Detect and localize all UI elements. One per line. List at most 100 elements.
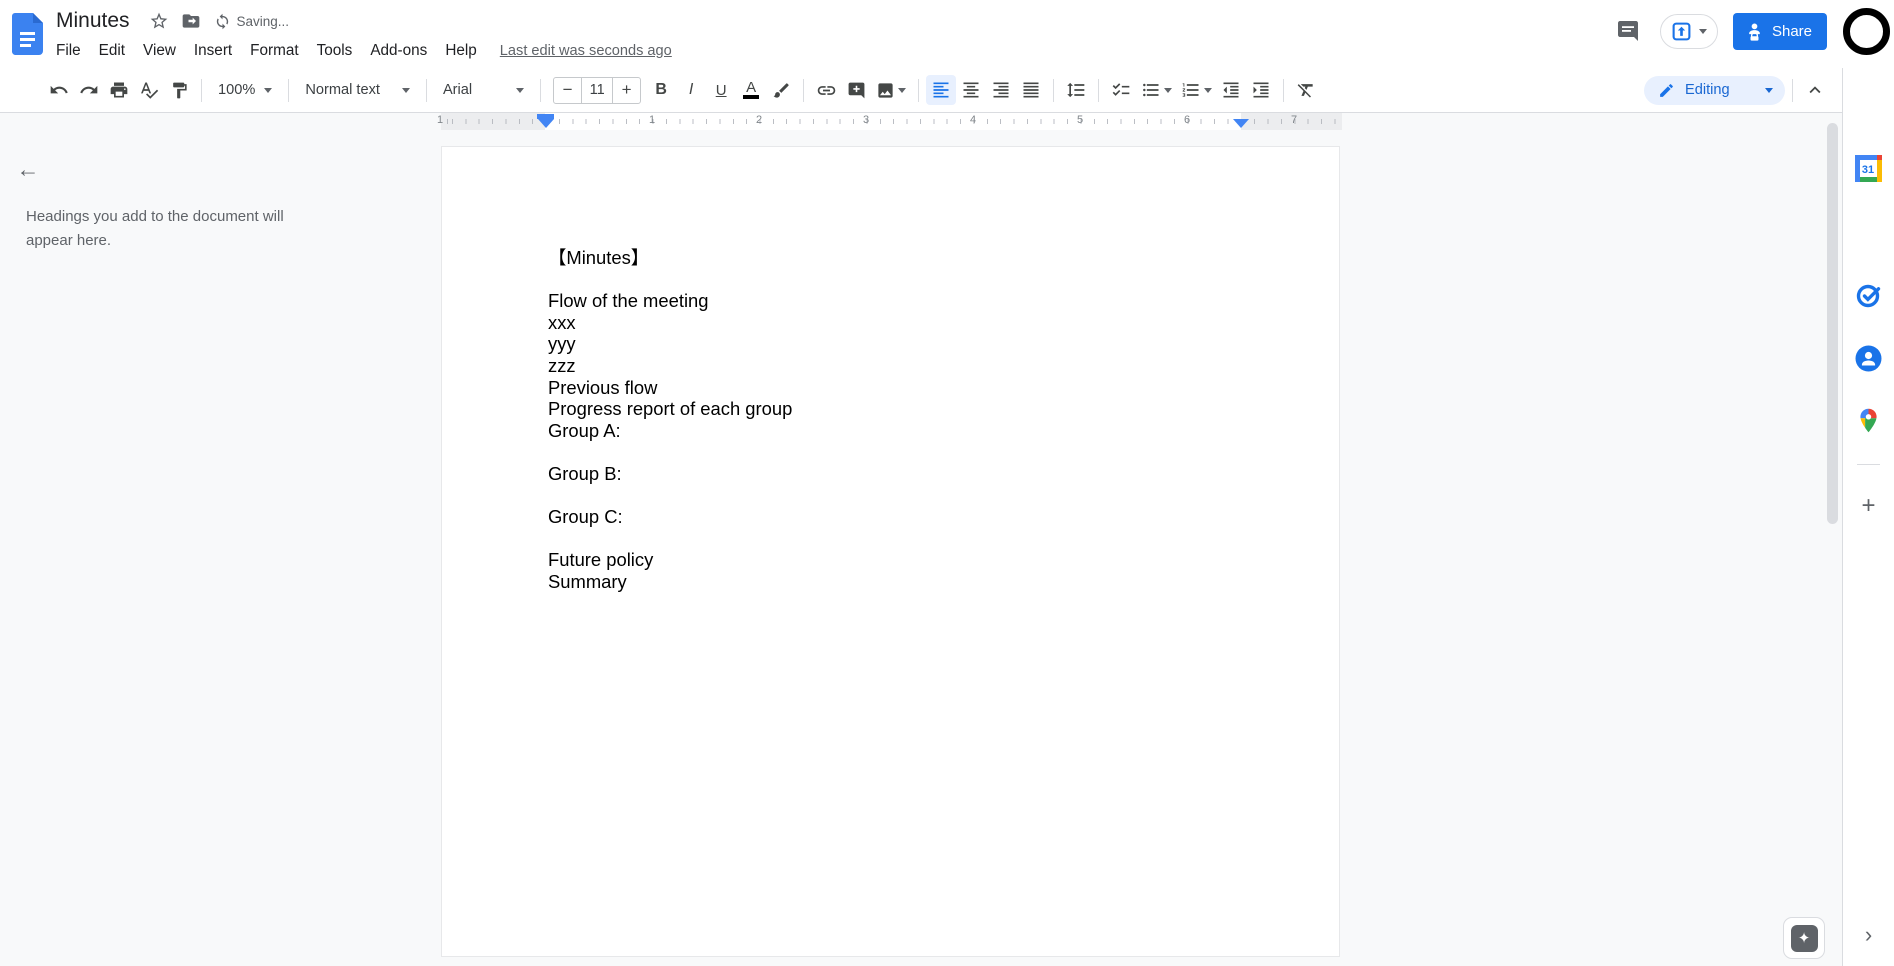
account-avatar[interactable] bbox=[1843, 7, 1890, 55]
justify-button[interactable] bbox=[1016, 75, 1046, 105]
print-button[interactable] bbox=[104, 75, 134, 105]
maps-icon bbox=[1860, 408, 1877, 433]
star-icon[interactable] bbox=[146, 8, 172, 34]
share-button[interactable]: Share bbox=[1732, 12, 1827, 50]
present-button[interactable] bbox=[1659, 13, 1718, 49]
doc-line[interactable] bbox=[548, 269, 1279, 291]
italic-button[interactable]: I bbox=[676, 75, 706, 105]
doc-line[interactable]: Group A: bbox=[548, 420, 1279, 442]
line-spacing-button[interactable] bbox=[1061, 75, 1091, 105]
tasks-app-button[interactable] bbox=[1855, 282, 1882, 309]
open-comments-button[interactable] bbox=[1608, 11, 1648, 51]
increase-font-size-button[interactable]: + bbox=[613, 78, 640, 103]
move-to-folder-icon[interactable] bbox=[178, 8, 204, 34]
left-indent-marker[interactable] bbox=[537, 119, 554, 128]
contacts-app-button[interactable] bbox=[1855, 345, 1882, 372]
keep-app-button[interactable] bbox=[1855, 218, 1882, 245]
doc-line[interactable]: xxx bbox=[548, 312, 1279, 334]
doc-line[interactable] bbox=[548, 441, 1279, 463]
align-right-button[interactable] bbox=[986, 75, 1016, 105]
font-dropdown-arrow bbox=[516, 87, 525, 97]
paint-format-button[interactable] bbox=[164, 75, 194, 105]
editing-mode-select[interactable]: Editing bbox=[1644, 75, 1785, 105]
font-size-value[interactable]: 11 bbox=[581, 77, 614, 103]
numbered-list-dropdown-arrow bbox=[1203, 87, 1212, 97]
doc-line[interactable]: yyy bbox=[548, 333, 1279, 355]
doc-line[interactable]: Progress report of each group bbox=[548, 398, 1279, 420]
vertical-scrollbar[interactable] bbox=[1827, 123, 1838, 524]
doc-line[interactable]: Group C: bbox=[548, 506, 1279, 528]
side-panel-rail: 31 + › bbox=[1842, 68, 1894, 966]
menu-format[interactable]: Format bbox=[241, 39, 307, 63]
align-left-button[interactable] bbox=[926, 75, 957, 105]
ruler-number: 1 bbox=[436, 114, 444, 126]
calendar-app-button[interactable]: 31 bbox=[1855, 155, 1882, 182]
increase-indent-button[interactable] bbox=[1246, 75, 1276, 105]
decrease-indent-button[interactable] bbox=[1216, 75, 1246, 105]
present-dropdown-arrow[interactable] bbox=[1698, 28, 1707, 38]
menu-edit[interactable]: Edit bbox=[90, 39, 134, 63]
doc-line[interactable]: Flow of the meeting bbox=[548, 290, 1279, 312]
ruler-number: 5 bbox=[1076, 114, 1084, 126]
last-edit-link[interactable]: Last edit was seconds ago bbox=[500, 43, 672, 59]
underline-button[interactable]: U bbox=[706, 75, 736, 105]
bulleted-list-button[interactable] bbox=[1136, 75, 1176, 105]
get-add-ons-button[interactable]: + bbox=[1855, 492, 1882, 519]
present-icon bbox=[1672, 22, 1691, 40]
document-text[interactable]: 【Minutes】 Flow of the meeting xxx yyy zz… bbox=[548, 247, 1279, 593]
doc-line[interactable] bbox=[548, 528, 1279, 550]
toolbar-separator bbox=[1283, 78, 1285, 102]
document-page[interactable]: 【Minutes】 Flow of the meeting xxx yyy zz… bbox=[441, 146, 1340, 957]
highlight-color-button[interactable] bbox=[766, 75, 796, 105]
insert-image-button[interactable] bbox=[871, 75, 911, 105]
menu-bar: File Edit View Insert Format Tools Add-o… bbox=[47, 37, 672, 65]
sync-icon bbox=[216, 13, 228, 29]
ruler[interactable]: 1 1 2 3 4 5 6 7 bbox=[437, 113, 1342, 130]
text-color-button[interactable]: A bbox=[736, 75, 766, 105]
doc-line[interactable]: Previous flow bbox=[548, 377, 1279, 399]
menu-tools[interactable]: Tools bbox=[308, 39, 362, 63]
align-center-button[interactable] bbox=[956, 75, 986, 105]
zoom-select[interactable]: 100% bbox=[209, 75, 281, 105]
editing-dropdown-arrow bbox=[1765, 87, 1773, 97]
menu-addons[interactable]: Add-ons bbox=[361, 39, 436, 63]
toolbar-separator bbox=[1792, 78, 1793, 102]
bold-button[interactable]: B bbox=[646, 75, 676, 105]
maps-app-button[interactable] bbox=[1855, 407, 1882, 434]
calendar-day-label: 31 bbox=[1862, 164, 1874, 176]
close-outline-button[interactable]: ← bbox=[14, 155, 42, 183]
paragraph-styles-select[interactable]: Normal text bbox=[296, 75, 419, 105]
redo-button[interactable] bbox=[74, 75, 104, 105]
menu-file[interactable]: File bbox=[47, 39, 90, 63]
toolbar-separator bbox=[288, 78, 290, 102]
hide-menus-button[interactable] bbox=[1800, 75, 1830, 105]
decrease-font-size-button[interactable]: − bbox=[554, 78, 581, 103]
spelling-check-button[interactable] bbox=[134, 75, 164, 105]
doc-line[interactable]: zzz bbox=[548, 355, 1279, 377]
right-indent-marker[interactable] bbox=[1232, 119, 1249, 128]
menu-insert[interactable]: Insert bbox=[185, 39, 241, 63]
font-select[interactable]: Arial bbox=[434, 75, 533, 105]
menu-view[interactable]: View bbox=[134, 39, 185, 63]
checklist-button[interactable] bbox=[1106, 75, 1136, 105]
clear-formatting-button[interactable] bbox=[1291, 75, 1321, 105]
doc-line[interactable] bbox=[548, 485, 1279, 507]
toolbar-separator bbox=[425, 78, 427, 102]
doc-line[interactable]: Group B: bbox=[548, 463, 1279, 485]
add-comment-button[interactable] bbox=[841, 75, 871, 105]
doc-line[interactable]: 【Minutes】 bbox=[548, 247, 1279, 269]
doc-line[interactable]: Summary bbox=[548, 571, 1279, 593]
explore-button[interactable]: ✦ bbox=[1783, 917, 1825, 959]
numbered-list-button[interactable] bbox=[1176, 75, 1216, 105]
lock-person-icon bbox=[1749, 23, 1760, 41]
undo-button[interactable] bbox=[44, 75, 74, 105]
docs-logo-icon[interactable] bbox=[12, 13, 43, 55]
menu-help[interactable]: Help bbox=[436, 39, 485, 63]
document-title[interactable]: Minutes bbox=[56, 9, 130, 33]
ruler-number: 4 bbox=[969, 114, 977, 126]
hide-side-panel-button[interactable]: › bbox=[1855, 921, 1882, 948]
ruler-number: 6 bbox=[1183, 114, 1191, 126]
ruler-ticks bbox=[441, 119, 1342, 124]
insert-link-button[interactable] bbox=[811, 75, 841, 105]
doc-line[interactable]: Future policy bbox=[548, 549, 1279, 571]
